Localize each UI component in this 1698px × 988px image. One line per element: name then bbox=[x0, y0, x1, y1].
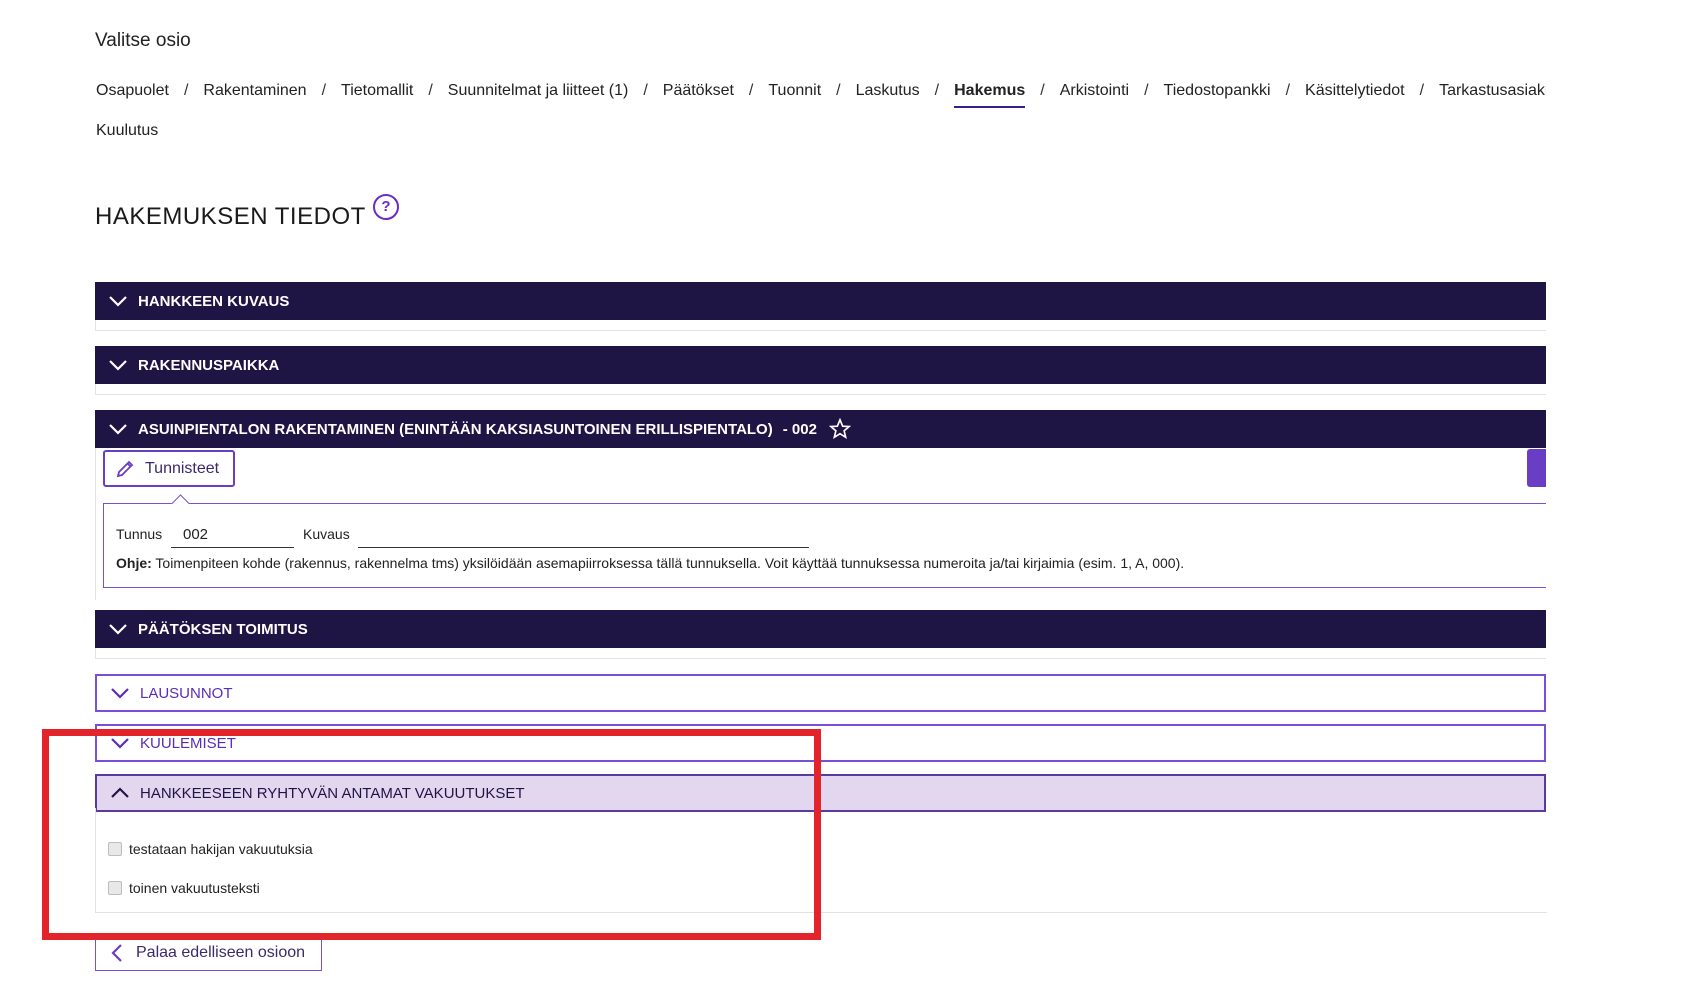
nav-item-tietomallit[interactable]: Tietomallit bbox=[341, 82, 413, 106]
tunnisteet-button[interactable]: Tunnisteet bbox=[103, 450, 235, 487]
checkbox[interactable] bbox=[108, 842, 122, 856]
nav-item-osapuolet[interactable]: Osapuolet bbox=[96, 82, 169, 106]
panel-vakuutukset: HANKKEESEEN RYHTYVÄN ANTAMAT VAKUUTUKSET bbox=[95, 774, 1546, 812]
panel-header-vakuutukset[interactable]: HANKKEESEEN RYHTYVÄN ANTAMAT VAKUUTUKSET bbox=[95, 774, 1546, 812]
panel-title: LAUSUNNOT bbox=[140, 684, 233, 702]
ohje-body: Toimenpiteen kohde (rakennus, rakennelma… bbox=[151, 555, 1185, 571]
panel-header-asuinpientalo[interactable]: ASUINPIENTALON RAKENTAMINEN (ENINTÄÄN KA… bbox=[95, 410, 1546, 448]
chevron-down-icon bbox=[109, 296, 127, 307]
nav-separator: / bbox=[836, 82, 841, 99]
page-title: HAKEMUKSEN TIEDOT bbox=[95, 203, 366, 230]
kuvaus-input[interactable] bbox=[358, 524, 809, 548]
nav-separator: / bbox=[643, 82, 648, 99]
checkbox-label: testataan hakijan vakuutuksia bbox=[129, 841, 313, 857]
panel-title-suffix: - 002 bbox=[782, 420, 817, 438]
tunnus-label: Tunnus bbox=[116, 526, 163, 542]
panel-hankkeen-kuvaus: HANKKEEN KUVAUS bbox=[95, 282, 1546, 331]
panel-title: ASUINPIENTALON RAKENTAMINEN (ENINTÄÄN KA… bbox=[138, 420, 773, 438]
pencil-icon bbox=[116, 460, 134, 477]
section-select-title: Valitse osio bbox=[95, 30, 191, 51]
vakuutukset-list: testataan hakijan vakuutuksia toinen vak… bbox=[95, 808, 1547, 913]
nav-separator: / bbox=[748, 82, 754, 99]
tunnisteet-label: Tunnisteet bbox=[145, 459, 220, 477]
nav-separator: / bbox=[183, 82, 189, 99]
nav-separator: / bbox=[428, 82, 433, 99]
chevron-down-icon bbox=[109, 360, 127, 371]
panel-title: HANKKEEN KUVAUS bbox=[138, 292, 290, 310]
ohje-text: Ohje: Toimenpiteen kohde (rakennus, rake… bbox=[116, 555, 1184, 571]
question-circle-icon[interactable]: ? bbox=[373, 194, 399, 220]
section-nav: Osapuolet / Rakentaminen / Tietomallit / Suunn… bbox=[96, 82, 1546, 108]
nav-separator: / bbox=[1144, 82, 1149, 99]
kuvaus-label: Kuvaus bbox=[303, 526, 350, 542]
chevron-up-icon bbox=[111, 787, 129, 798]
chevron-left-icon bbox=[111, 944, 122, 962]
panel-body-border bbox=[95, 448, 96, 600]
checkbox-item[interactable]: testataan hakijan vakuutuksia bbox=[108, 841, 313, 857]
nav-item-laskutus[interactable]: Laskutus bbox=[856, 82, 920, 106]
back-button-label: Palaa edelliseen osioon bbox=[136, 944, 306, 961]
nav-item-arkistointi[interactable]: Arkistointi bbox=[1060, 82, 1129, 106]
tunnisteet-panel: Tunnus 002 Kuvaus Ohje: Toimenpiteen koh… bbox=[103, 494, 1546, 588]
panel-body bbox=[95, 320, 1546, 331]
checkbox[interactable] bbox=[108, 881, 122, 895]
panel-header-kuulemiset[interactable]: KUULEMISET bbox=[95, 724, 1546, 762]
panel-header-hankkeen-kuvaus[interactable]: HANKKEEN KUVAUS bbox=[95, 282, 1546, 320]
star-icon[interactable] bbox=[828, 418, 851, 440]
nav-separator: / bbox=[1419, 82, 1425, 99]
panel-title: KUULEMISET bbox=[140, 734, 236, 752]
nav-item-suunnitelmat[interactable]: Suunnitelmat ja liitteet (1) bbox=[448, 82, 629, 106]
panel-body bbox=[95, 648, 1546, 659]
nav-item-kuulutus[interactable]: Kuulutus bbox=[96, 122, 158, 140]
panel-rakennuspaikka: RAKENNUSPAIKKA bbox=[95, 346, 1546, 395]
nav-item-rakentaminen[interactable]: Rakentaminen bbox=[203, 82, 306, 106]
edit-button[interactable] bbox=[1527, 449, 1546, 487]
panel-body bbox=[95, 384, 1546, 395]
chevron-down-icon bbox=[109, 624, 127, 635]
nav-separator: / bbox=[934, 82, 940, 99]
panel-header-lausunnot[interactable]: LAUSUNNOT bbox=[95, 674, 1546, 712]
nav-item-kasittelytiedot[interactable]: Käsittelytiedot bbox=[1305, 82, 1405, 106]
checkbox-label: toinen vakuutusteksti bbox=[129, 880, 260, 896]
nav-separator: / bbox=[1285, 82, 1291, 99]
panel-header-paatoksen-toimitus[interactable]: PÄÄTÖKSEN TOIMITUS bbox=[95, 610, 1546, 648]
ohje-label: Ohje: bbox=[116, 555, 152, 571]
checkbox-item[interactable]: toinen vakuutusteksti bbox=[108, 880, 260, 896]
panel-header-rakennuspaikka[interactable]: RAKENNUSPAIKKA bbox=[95, 346, 1546, 384]
panel-kuulemiset: KUULEMISET bbox=[95, 724, 1546, 762]
nav-item-tuonnit[interactable]: Tuonnit bbox=[768, 82, 821, 106]
chevron-down-icon bbox=[111, 738, 129, 749]
nav-item-tarkastusasiakirja[interactable]: Tarkastusasiakirja bbox=[1439, 82, 1546, 106]
back-button[interactable]: Palaa edelliseen osioon bbox=[95, 935, 322, 971]
panel-lausunnot: LAUSUNNOT bbox=[95, 674, 1546, 712]
panel-title: PÄÄTÖKSEN TOIMITUS bbox=[138, 620, 308, 638]
panel-paatoksen-toimitus: PÄÄTÖKSEN TOIMITUS bbox=[95, 610, 1546, 659]
tunnus-input[interactable]: 002 bbox=[171, 524, 294, 548]
chevron-down-icon bbox=[111, 688, 129, 699]
nav-item-hakemus[interactable]: Hakemus bbox=[954, 82, 1026, 108]
popover-caret bbox=[171, 494, 190, 513]
nav-item-tiedostopankki[interactable]: Tiedostopankki bbox=[1164, 82, 1271, 106]
chevron-down-icon bbox=[109, 424, 127, 435]
panel-title: RAKENNUSPAIKKA bbox=[138, 356, 280, 374]
panel-title: HANKKEESEEN RYHTYVÄN ANTAMAT VAKUUTUKSET bbox=[140, 784, 525, 802]
nav-separator: / bbox=[321, 82, 327, 99]
nav-separator: / bbox=[1040, 82, 1045, 99]
nav-item-paatokset[interactable]: Päätökset bbox=[663, 82, 734, 106]
panel-asuinpientalo: ASUINPIENTALON RAKENTAMINEN (ENINTÄÄN KA… bbox=[95, 410, 1546, 448]
